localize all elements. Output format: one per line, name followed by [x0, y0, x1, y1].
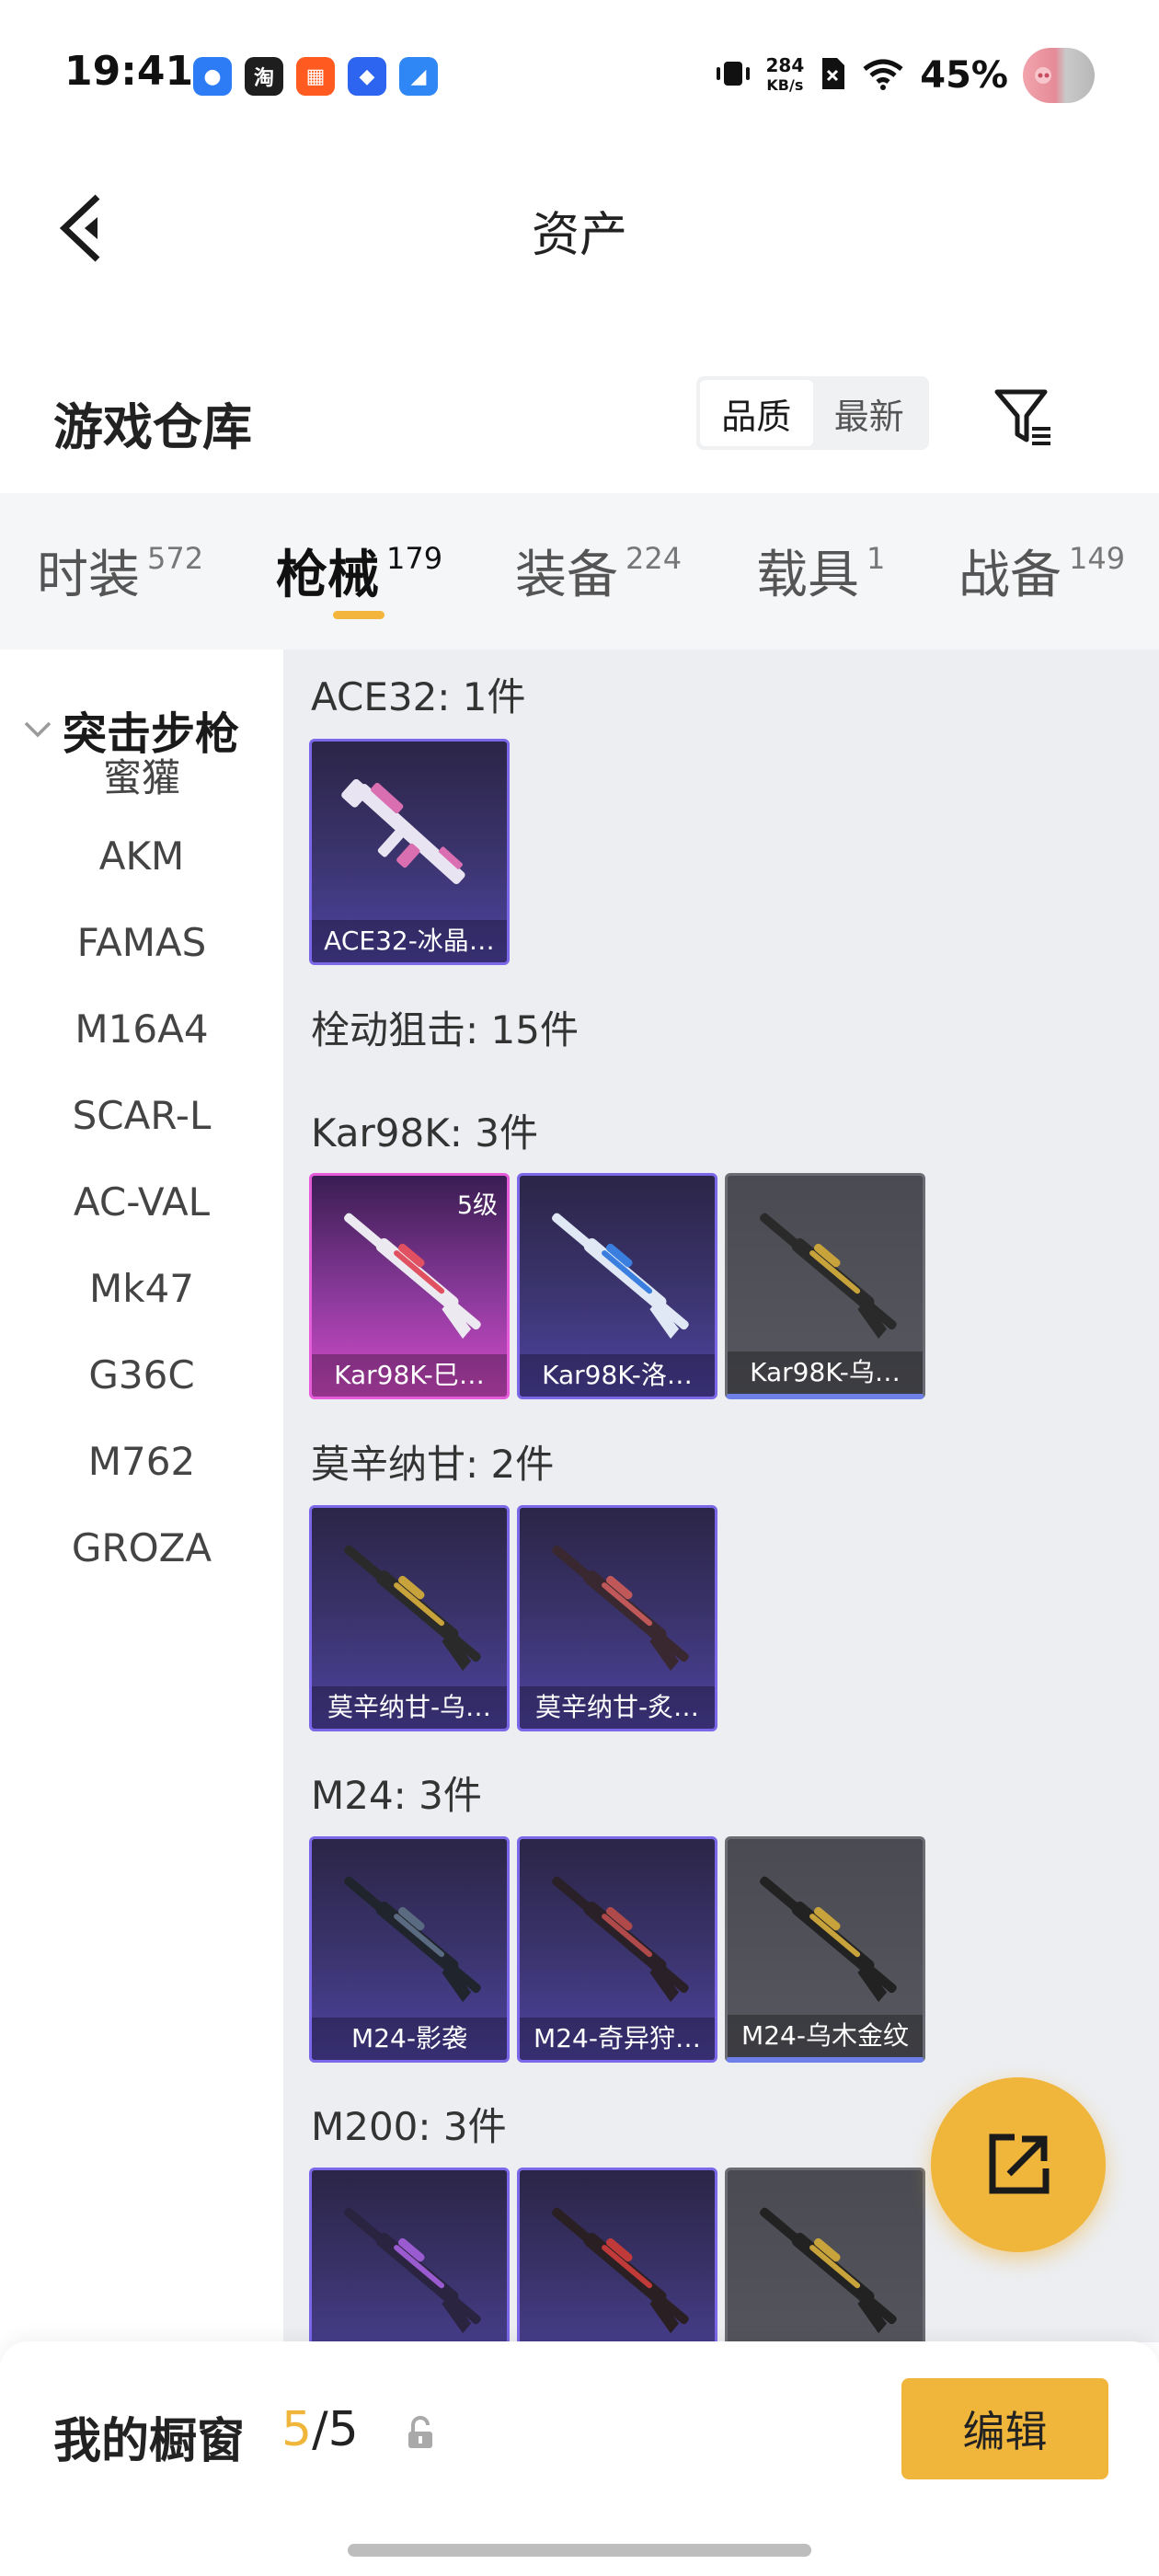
sniper-rifle-icon: [552, 1545, 689, 1672]
weapon-card[interactable]: 莫辛纳甘-乌…: [309, 1505, 510, 1731]
taobao-icon: 淘: [245, 57, 283, 96]
showcase-bar: 我的橱窗 5/5 编辑: [0, 2341, 1159, 2576]
filter-button[interactable]: [989, 382, 1058, 451]
weapon-card[interactable]: 莫辛纳甘-炙…: [517, 1505, 717, 1731]
sidebar-item[interactable]: M16A4: [0, 1006, 283, 1052]
share-icon: [989, 2133, 1050, 2194]
section-title: Kar98K: 3件: [311, 1110, 539, 1156]
diamond-app-icon: ◆: [348, 57, 386, 96]
weapon-card-label: M24-乌木金纹: [728, 2015, 923, 2057]
weapon-card[interactable]: M24-奇异狩…: [517, 1836, 717, 2063]
no-sim-icon: [819, 56, 846, 95]
tab-equipment[interactable]: 装备 224: [515, 534, 682, 608]
sidebar-item[interactable]: Mk47: [0, 1266, 283, 1311]
weapon-card-label: Kar98K-巳…: [312, 1354, 507, 1397]
status-app-icons: ● 淘 ▦ ◆ ◢: [193, 57, 438, 96]
weapon-card[interactable]: [309, 2168, 510, 2342]
status-indicators: 284 KB/s 45%: [715, 48, 1095, 103]
status-bar: 19:41 ● 淘 ▦ ◆ ◢ 284 KB/s 45%: [0, 0, 1159, 152]
profile-avatar-icon: [1023, 48, 1095, 103]
weapon-card-label: 莫辛纳甘-炙…: [520, 1686, 715, 1729]
filter-icon: [994, 389, 1050, 445]
category-tabs: 时装 572 枪械 179 装备 224 载具 1 战备 149: [0, 493, 1159, 650]
browser-app-icon: ◢: [399, 57, 438, 96]
network-speed: 284 KB/s: [765, 54, 805, 94]
sidebar-item[interactable]: AKM: [0, 834, 283, 879]
sniper-rifle-icon: [760, 1213, 897, 1340]
warehouse-bar: 游戏仓库 品质 最新: [0, 363, 1159, 469]
section-title: 栓动狙击: 15件: [311, 1007, 579, 1052]
grid-app-icon: ▦: [296, 57, 335, 96]
section-title: ACE32: 1件: [311, 674, 526, 719]
sidebar-item[interactable]: GROZA: [0, 1525, 283, 1570]
weapon-card-label: M24-奇异狩…: [520, 2018, 715, 2060]
sidebar-item[interactable]: FAMAS: [0, 920, 283, 965]
weapon-card[interactable]: 5级 Kar98K-巳…: [309, 1173, 510, 1399]
vibrate-icon: [715, 58, 752, 93]
sniper-rifle-icon: [760, 1876, 897, 2003]
weapon-card[interactable]: [725, 2168, 925, 2342]
sniper-rifle-icon: [552, 1213, 689, 1340]
weapon-card-label: Kar98K-洛…: [520, 1354, 715, 1397]
tab-firearms[interactable]: 枪械 179: [276, 534, 442, 608]
chat-bubble-icon: ●: [193, 57, 232, 96]
sort-quality-button[interactable]: 品质: [700, 380, 813, 446]
warehouse-title: 游戏仓库: [53, 398, 252, 456]
sort-toggle: 品质 最新: [696, 376, 929, 450]
weapon-card[interactable]: [517, 2168, 717, 2342]
sort-newest-button[interactable]: 最新: [813, 380, 926, 446]
sniper-rifle-icon: [344, 1876, 481, 2003]
weapon-card-label: M24-影袭: [312, 2018, 507, 2060]
lock-icon: [405, 2415, 436, 2452]
sniper-rifle-icon: [760, 2207, 897, 2334]
tab-vehicles[interactable]: 载具 1: [756, 534, 885, 608]
battery-level: 45%: [920, 54, 1008, 97]
weapon-type-sidebar: 突击步枪 蜜獾 AKM FAMAS M16A4 SCAR-L AC-VAL Mk47 G36C…: [0, 650, 283, 2342]
rifle-icon: [341, 778, 465, 884]
sidebar-item[interactable]: G36C: [0, 1352, 283, 1397]
sniper-rifle-icon: [344, 2207, 481, 2334]
share-fab-button[interactable]: [931, 2077, 1106, 2252]
status-time: 19:41: [64, 48, 194, 95]
weapon-card[interactable]: ACE32-冰晶…: [309, 739, 510, 965]
app-header: 资产: [0, 152, 1159, 299]
sidebar-item[interactable]: 蜜獾: [0, 747, 283, 803]
showcase-label: 我的橱窗: [53, 2414, 246, 2469]
weapon-card[interactable]: Kar98K-乌…: [725, 1173, 925, 1399]
sniper-rifle-icon: [344, 1545, 481, 1672]
edit-button[interactable]: 编辑: [901, 2378, 1108, 2479]
sidebar-item[interactable]: M762: [0, 1439, 283, 1484]
tab-supplies[interactable]: 战备 149: [958, 534, 1125, 608]
weapon-card[interactable]: M24-乌木金纹: [725, 1836, 925, 2063]
sniper-rifle-icon: [552, 1876, 689, 2003]
section-title: 莫辛纳甘: 2件: [311, 1442, 555, 1487]
sidebar-item[interactable]: SCAR-L: [0, 1093, 283, 1138]
showcase-count: 5/5: [281, 2402, 359, 2457]
sidebar-item[interactable]: AC-VAL: [0, 1179, 283, 1225]
chevron-down-icon: [24, 721, 52, 738]
home-indicator[interactable]: [348, 2544, 811, 2557]
tab-fashion[interactable]: 时装 572: [37, 534, 203, 608]
active-tab-indicator: [333, 611, 384, 619]
section-title: M24: 3件: [311, 1773, 482, 1818]
wifi-icon: [861, 56, 905, 95]
weapon-card-label: 莫辛纳甘-乌…: [312, 1686, 507, 1729]
weapon-level-badge: 5级: [456, 1191, 498, 1220]
weapon-card-label: ACE32-冰晶…: [312, 920, 507, 962]
page-title: 资产: [531, 208, 627, 263]
section-title: M200: 3件: [311, 2104, 507, 2149]
sniper-rifle-icon: [552, 2207, 689, 2334]
weapon-card[interactable]: M24-影袭: [309, 1836, 510, 2063]
weapon-card-label: Kar98K-乌…: [728, 1351, 923, 1394]
weapon-card[interactable]: Kar98K-洛…: [517, 1173, 717, 1399]
